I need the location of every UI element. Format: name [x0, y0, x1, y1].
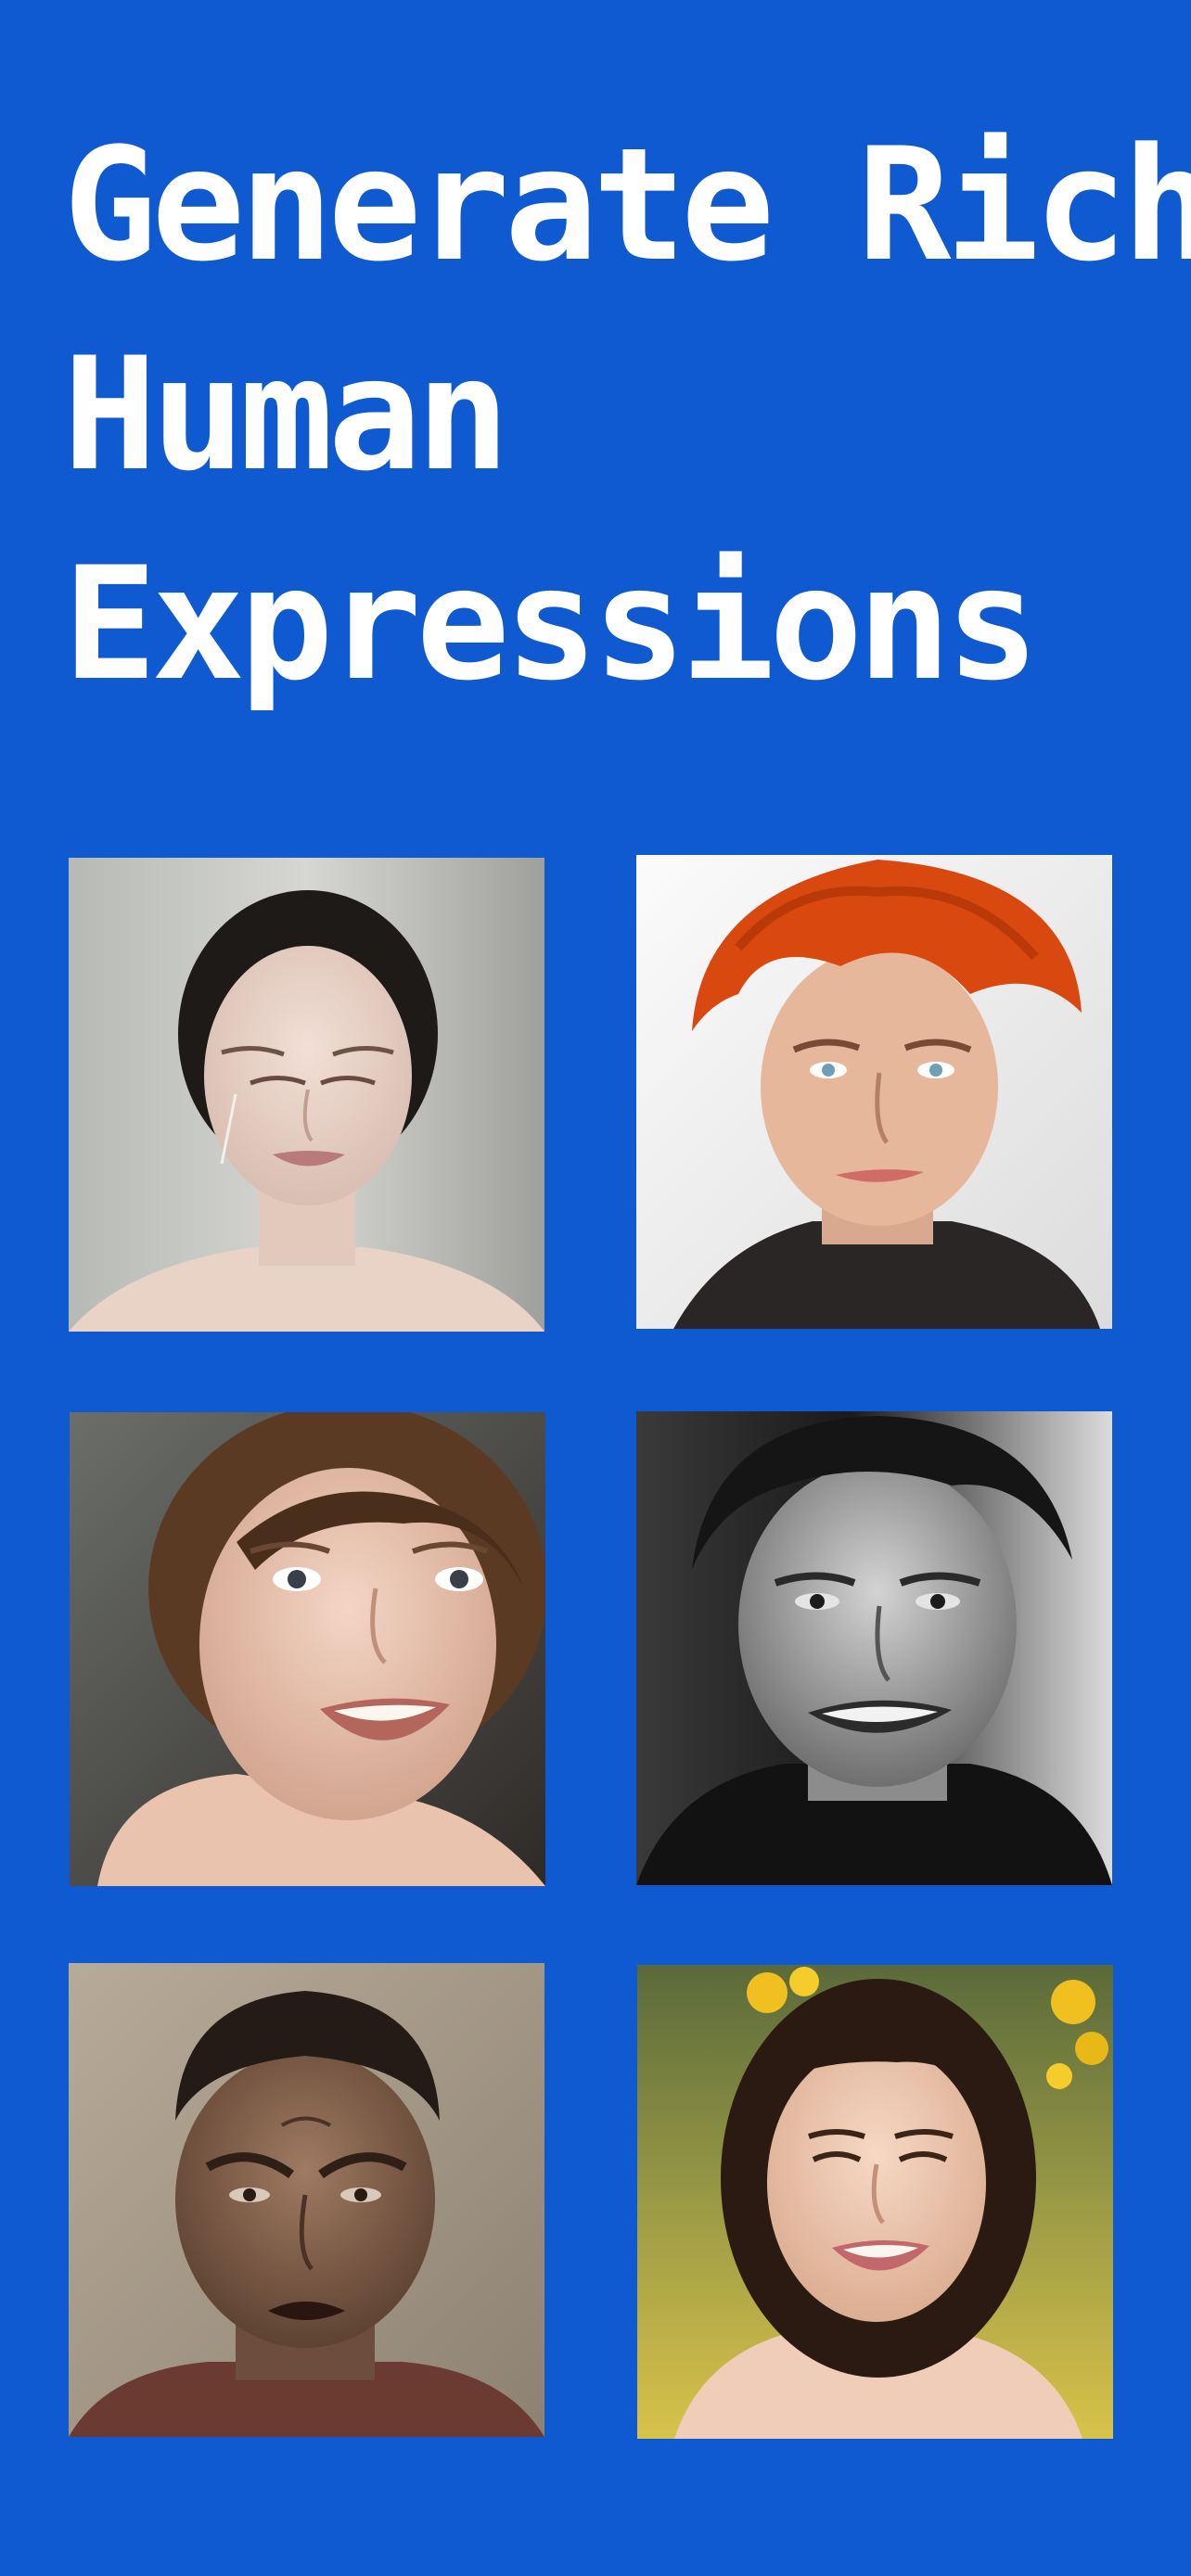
title-line-2: Human: [63, 324, 510, 505]
portrait-smiling-man-bw: [636, 1411, 1112, 1885]
title-line-3: Expressions: [63, 533, 1040, 715]
portrait-joyful-woman: [637, 1965, 1113, 2439]
page-title: Generate Rich Human Expressions: [63, 100, 1191, 729]
portrait-smiling-woman: [70, 1412, 545, 1886]
portrait-sad-woman: [69, 858, 544, 1332]
portrait-red-haired-man: [636, 855, 1112, 1329]
portrait-angry-man: [69, 1963, 544, 2437]
title-line-1: Generate Rich: [63, 114, 1191, 296]
